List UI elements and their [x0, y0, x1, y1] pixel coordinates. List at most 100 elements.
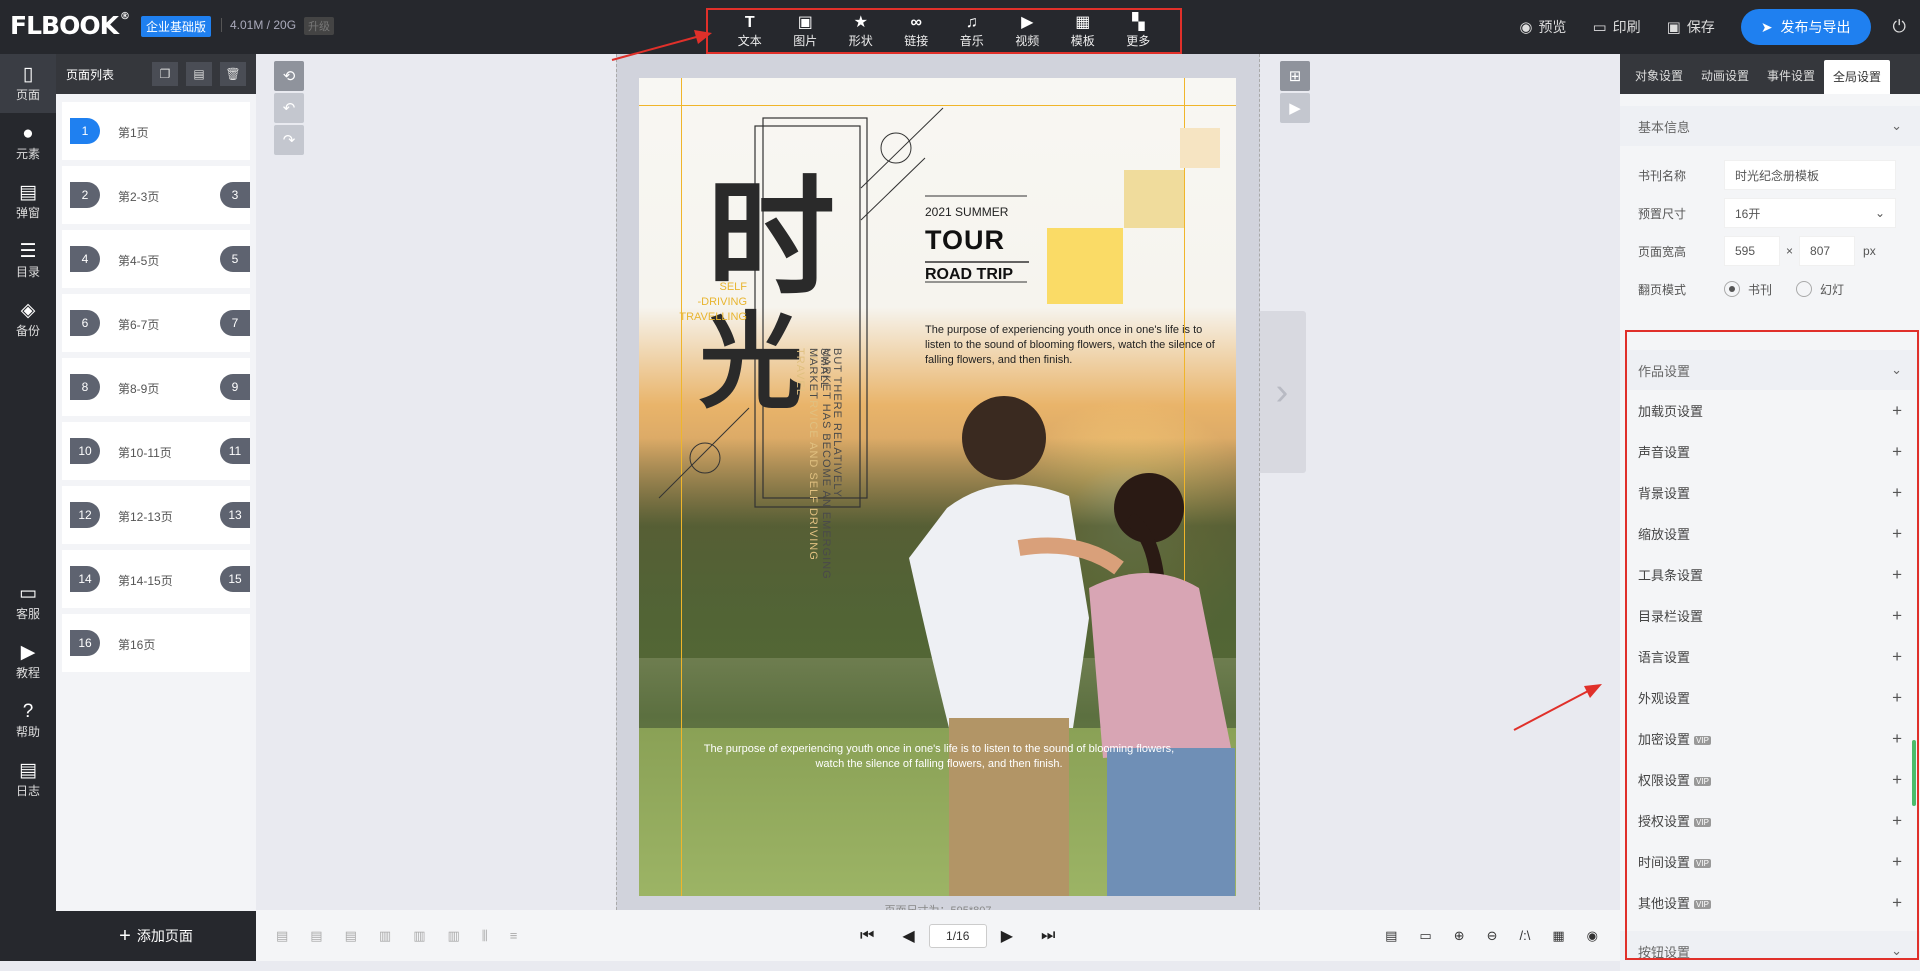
add-page-button[interactable]: +添加页面	[56, 911, 256, 961]
page-item[interactable]: 8第8-9页9	[62, 358, 250, 416]
align-left-icon[interactable]: ▥	[379, 928, 391, 944]
play-icon[interactable]: ▶	[1280, 93, 1310, 123]
page-number-right: 15	[220, 566, 250, 592]
tool-image[interactable]: ▣图片	[781, 14, 829, 49]
nav-log[interactable]: ▤日志	[0, 750, 56, 809]
nav-tutorial[interactable]: ▶教程	[0, 632, 56, 691]
redo-icon[interactable]: ↷	[274, 125, 304, 155]
page-number: 1	[70, 118, 100, 144]
page-item[interactable]: 6第6-7页7	[62, 294, 250, 352]
send-icon: ➤	[1761, 19, 1773, 36]
tutorial-icon: ▶	[21, 642, 36, 664]
nav-popup[interactable]: ▤弹窗	[0, 172, 56, 231]
first-page-icon[interactable]: ⏮	[860, 927, 874, 945]
spread-view-icon[interactable]: ▭	[1419, 928, 1431, 944]
undo-icon[interactable]: ↶	[274, 93, 304, 123]
page-number: 14	[70, 566, 100, 592]
height-input[interactable]: 807	[1799, 236, 1855, 266]
tab-1[interactable]: 动画设置	[1692, 54, 1758, 94]
page-wh-row: 页面宽高595×807px	[1620, 232, 1920, 270]
tab-2[interactable]: 事件设置	[1758, 54, 1824, 94]
delete-page-button[interactable]: 🗑	[220, 62, 246, 86]
page-label: 第12-13页	[118, 508, 173, 525]
tool-more[interactable]: ▚更多	[1114, 14, 1162, 49]
music-icon: ♫	[966, 14, 978, 32]
align-middle-icon[interactable]: ▤	[310, 928, 322, 944]
nav-label: 客服	[16, 605, 40, 622]
page-label: 第8-9页	[118, 380, 159, 397]
tool-label: 更多	[1126, 32, 1150, 49]
distribute-h-icon[interactable]: ⫼	[482, 928, 488, 944]
nav-elements[interactable]: ●元素	[0, 113, 56, 172]
nav-toc[interactable]: ☰目录	[0, 231, 56, 290]
book-name-input[interactable]: 时光纪念册模板	[1724, 160, 1896, 190]
save-button[interactable]: ▣保存	[1667, 17, 1715, 37]
tool-label: 视频	[1015, 32, 1039, 49]
page-item[interactable]: 16第16页	[62, 614, 250, 672]
tool-template[interactable]: ▦模板	[1059, 14, 1107, 49]
zoom-in-icon[interactable]: ⊕	[1454, 928, 1465, 944]
page-item[interactable]: 2第2-3页3	[62, 166, 250, 224]
print-button[interactable]: ▭印刷	[1592, 17, 1640, 37]
bottom-caption: The purpose of experiencing youth once i…	[689, 742, 1189, 772]
eye-icon: ◉	[1519, 18, 1532, 36]
tool-label: 图片	[793, 32, 817, 49]
upgrade-button[interactable]: 升级	[304, 17, 334, 35]
tool-text[interactable]: T文本	[726, 14, 774, 49]
page-item[interactable]: 14第14-15页15	[62, 550, 250, 608]
page-item[interactable]: 4第4-5页5	[62, 230, 250, 288]
tab-0[interactable]: 对象设置	[1626, 54, 1692, 94]
prev-page-icon[interactable]: ◀	[902, 926, 914, 946]
add-page-canvas-icon[interactable]: ⊞	[1280, 61, 1310, 91]
page-item[interactable]: 10第10-11页11	[62, 422, 250, 480]
tool-link[interactable]: ∞链接	[892, 14, 940, 49]
settings-icon[interactable]: ◉	[1587, 928, 1598, 944]
tour-title: TOUR	[925, 225, 1005, 256]
grid-icon[interactable]: ▦	[1552, 928, 1564, 944]
flip-book-radio[interactable]: 书刊	[1724, 281, 1772, 298]
size-select[interactable]: 16开⌄	[1724, 198, 1896, 228]
nav-page[interactable]: ▯页面	[0, 54, 56, 113]
align-center-icon[interactable]: ▥	[413, 928, 425, 944]
tool-label: 模板	[1071, 32, 1095, 49]
align-bottom-icon[interactable]: ▤	[345, 928, 357, 944]
distribute-v-icon[interactable]: ≡	[510, 928, 518, 943]
page-item[interactable]: 12第12-13页13	[62, 486, 250, 544]
preview-button[interactable]: ◉预览	[1519, 17, 1566, 37]
flip-slide-radio[interactable]: 幻灯	[1796, 281, 1844, 298]
nav-help[interactable]: ?帮助	[0, 691, 56, 750]
book-name-row: 书刊名称时光纪念册模板	[1620, 156, 1920, 194]
history-icon[interactable]: ⟲	[274, 61, 304, 91]
last-page-icon[interactable]: ⏭	[1041, 927, 1055, 945]
copy-page-button[interactable]: ❐	[152, 62, 178, 86]
width-input[interactable]: 595	[1724, 236, 1780, 266]
tab-3[interactable]: 全局设置	[1824, 60, 1890, 94]
scrollbar-thumb[interactable]	[1912, 740, 1916, 806]
next-page-arrow[interactable]: ›	[1258, 311, 1306, 473]
radio-unchecked-icon	[1796, 281, 1812, 297]
power-icon[interactable]: ⏻	[1893, 17, 1906, 37]
ruler-icon[interactable]: /:\	[1520, 928, 1531, 943]
tool-play[interactable]: ▶视频	[1003, 14, 1051, 49]
align-right-icon[interactable]: ▥	[447, 928, 459, 944]
page-number-input[interactable]: 1/16	[929, 924, 987, 948]
publish-button[interactable]: ➤发布与导出	[1741, 9, 1871, 45]
nav-chat[interactable]: ▭客服	[0, 573, 56, 632]
tool-music[interactable]: ♫音乐	[948, 14, 996, 49]
page-view-icon[interactable]: ▤	[1385, 928, 1397, 944]
flip-mode-row: 翻页模式 书刊 幻灯	[1620, 270, 1920, 308]
next-page-icon[interactable]: ▶	[1001, 926, 1013, 946]
basic-info-header[interactable]: 基本信息⌄	[1620, 106, 1920, 146]
poster-page[interactable]: 时 光 SELF -DRIVING TRAVELLING SELF SERVIC…	[639, 78, 1236, 896]
nav-backup[interactable]: ◈备份	[0, 290, 56, 349]
page-list-panel: 页面列表 ❐ ▤ 🗑 1第1页2第2-3页34第4-5页56第6-7页78第8-…	[56, 54, 256, 961]
align-top-icon[interactable]: ▤	[276, 928, 288, 944]
backup-icon: ◈	[21, 300, 36, 322]
zoom-out-icon[interactable]: ⊖	[1487, 928, 1498, 944]
nav-label: 帮助	[16, 723, 40, 740]
chevron-down-icon: ⌄	[1891, 118, 1902, 134]
tool-star[interactable]: ★形状	[837, 14, 885, 49]
page-item[interactable]: 1第1页	[62, 102, 250, 160]
popup-icon: ▤	[19, 182, 37, 204]
duplicate-page-button[interactable]: ▤	[186, 62, 212, 86]
